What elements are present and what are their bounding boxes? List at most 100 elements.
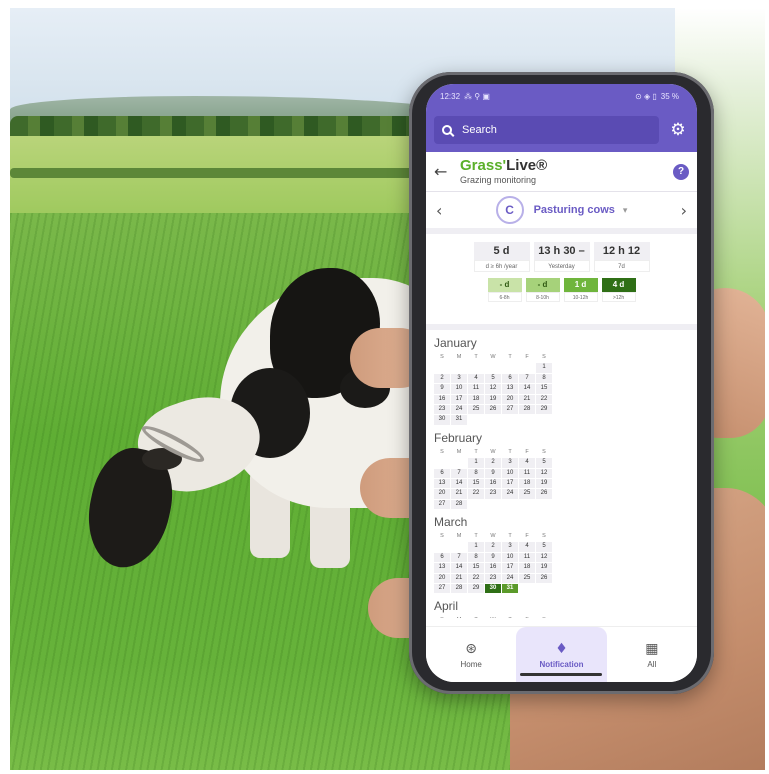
calendar-day[interactable]: 7: [451, 552, 467, 563]
calendar-day[interactable]: 24: [451, 404, 467, 415]
calendar-day[interactable]: 10: [451, 384, 467, 394]
calendar-day[interactable]: 18: [519, 478, 535, 489]
calendar-day[interactable]: 31: [451, 415, 467, 425]
calendar-day[interactable]: 6: [434, 552, 450, 563]
calendar-day[interactable]: 18: [519, 563, 535, 573]
nav-all[interactable]: ▦ All: [607, 627, 697, 682]
calendar-day[interactable]: 22: [468, 573, 484, 584]
calendar-day[interactable]: 1: [468, 458, 484, 468]
calendar-day[interactable]: 11: [519, 468, 535, 478]
calendar-day[interactable]: 8: [468, 468, 484, 478]
calendar-day[interactable]: 9: [485, 552, 501, 563]
calendar-day[interactable]: 5: [536, 458, 552, 468]
search-input[interactable]: Search: [434, 116, 659, 144]
calendar-day[interactable]: 9: [434, 384, 450, 394]
stat-row: 5 dd ≥ 6h /year 13 h 30 – Yesterday 12 h 12…: [426, 242, 697, 272]
calendar-day[interactable]: 23: [485, 573, 501, 584]
calendar-day[interactable]: 29: [468, 584, 484, 594]
calendar-day[interactable]: 23: [485, 489, 501, 499]
calendar-day[interactable]: 4: [468, 373, 484, 384]
calendar-day[interactable]: 15: [468, 563, 484, 573]
calendar-day[interactable]: 28: [451, 499, 467, 510]
calendar-day[interactable]: 26: [536, 489, 552, 499]
herd-dropdown[interactable]: C Pasturing cows ▾: [450, 196, 673, 224]
calendar-day[interactable]: 22: [536, 394, 552, 404]
calendar-day[interactable]: 28: [519, 404, 535, 415]
calendar-day[interactable]: 16: [485, 478, 501, 489]
calendar-day[interactable]: 8: [536, 373, 552, 384]
calendar-day[interactable]: 1: [468, 542, 484, 552]
calendar-day[interactable]: 18: [468, 394, 484, 404]
calendar-day[interactable]: 3: [502, 458, 518, 468]
calendar-day[interactable]: 17: [502, 563, 518, 573]
calendar-day[interactable]: 5: [485, 373, 501, 384]
calendar-day[interactable]: 12: [485, 384, 501, 394]
calendar-day[interactable]: 4: [519, 458, 535, 468]
calendar-day[interactable]: 10: [502, 468, 518, 478]
calendar-day[interactable]: 19: [536, 563, 552, 573]
calendar-day[interactable]: 2: [485, 542, 501, 552]
calendar-day[interactable]: 16: [434, 394, 450, 404]
calendar-day[interactable]: 25: [519, 573, 535, 584]
chevron-left-icon[interactable]: ‹: [436, 201, 450, 220]
calendar-day[interactable]: 9: [485, 468, 501, 478]
calendar-day[interactable]: 20: [434, 573, 450, 584]
calendar-day[interactable]: 7: [451, 468, 467, 478]
calendar-day[interactable]: 24: [502, 573, 518, 584]
calendar-day[interactable]: 3: [502, 542, 518, 552]
calendar-day[interactable]: 31: [502, 584, 518, 594]
calendar-day[interactable]: 26: [536, 573, 552, 584]
calendar-day[interactable]: 15: [536, 384, 552, 394]
calendar-day[interactable]: 2: [434, 373, 450, 384]
calendar-day[interactable]: 13: [434, 478, 450, 489]
calendar-day[interactable]: 12: [536, 468, 552, 478]
calendar-day[interactable]: 11: [519, 552, 535, 563]
calendar-day[interactable]: 13: [434, 563, 450, 573]
chevron-right-icon[interactable]: ›: [673, 201, 687, 220]
calendar-day[interactable]: 10: [502, 552, 518, 563]
calendar-day[interactable]: 7: [519, 373, 535, 384]
calendar-day[interactable]: 17: [451, 394, 467, 404]
calendar-day[interactable]: 28: [451, 584, 467, 594]
calendar-day[interactable]: 17: [502, 478, 518, 489]
calendar-day[interactable]: 6: [434, 468, 450, 478]
calendar-day[interactable]: 20: [434, 489, 450, 499]
calendar-day[interactable]: 12: [536, 552, 552, 563]
calendar-day[interactable]: 16: [485, 563, 501, 573]
calendar-day[interactable]: 1: [536, 363, 552, 373]
calendar-day[interactable]: 26: [485, 404, 501, 415]
calendar-day[interactable]: 21: [451, 489, 467, 499]
calendar-day[interactable]: 19: [485, 394, 501, 404]
calendar-day[interactable]: 5: [536, 542, 552, 552]
calendar-day[interactable]: 13: [502, 384, 518, 394]
calendar-day[interactable]: 29: [536, 404, 552, 415]
calendar-day[interactable]: 6: [502, 373, 518, 384]
back-arrow-icon[interactable]: ←: [434, 162, 456, 181]
calendar-day[interactable]: 25: [519, 489, 535, 499]
calendar-day[interactable]: 23: [434, 404, 450, 415]
calendar-day[interactable]: 14: [519, 384, 535, 394]
calendar-day[interactable]: 21: [451, 573, 467, 584]
calendar-day[interactable]: 19: [536, 478, 552, 489]
calendar-day[interactable]: 2: [485, 458, 501, 468]
help-icon[interactable]: ?: [673, 163, 689, 180]
calendar-day[interactable]: 14: [451, 478, 467, 489]
gear-icon[interactable]: ⚙: [667, 119, 689, 141]
calendar-day[interactable]: 27: [434, 584, 450, 594]
calendar-day[interactable]: 14: [451, 563, 467, 573]
calendar-day[interactable]: 22: [468, 489, 484, 499]
calendar-day[interactable]: 25: [468, 404, 484, 415]
calendar-day[interactable]: 11: [468, 384, 484, 394]
calendar-day[interactable]: 27: [434, 499, 450, 510]
calendar-day[interactable]: 27: [502, 404, 518, 415]
calendar-day[interactable]: 20: [502, 394, 518, 404]
calendar-day[interactable]: 4: [519, 542, 535, 552]
calendar-day[interactable]: 8: [468, 552, 484, 563]
calendar-day[interactable]: 15: [468, 478, 484, 489]
nav-home[interactable]: ⊛ Home: [426, 627, 516, 682]
calendar-day[interactable]: 3: [451, 373, 467, 384]
calendar-day[interactable]: 30: [485, 584, 501, 594]
calendar-day[interactable]: 24: [502, 489, 518, 499]
calendar-day[interactable]: 21: [519, 394, 535, 404]
calendar-day[interactable]: 30: [434, 415, 450, 425]
